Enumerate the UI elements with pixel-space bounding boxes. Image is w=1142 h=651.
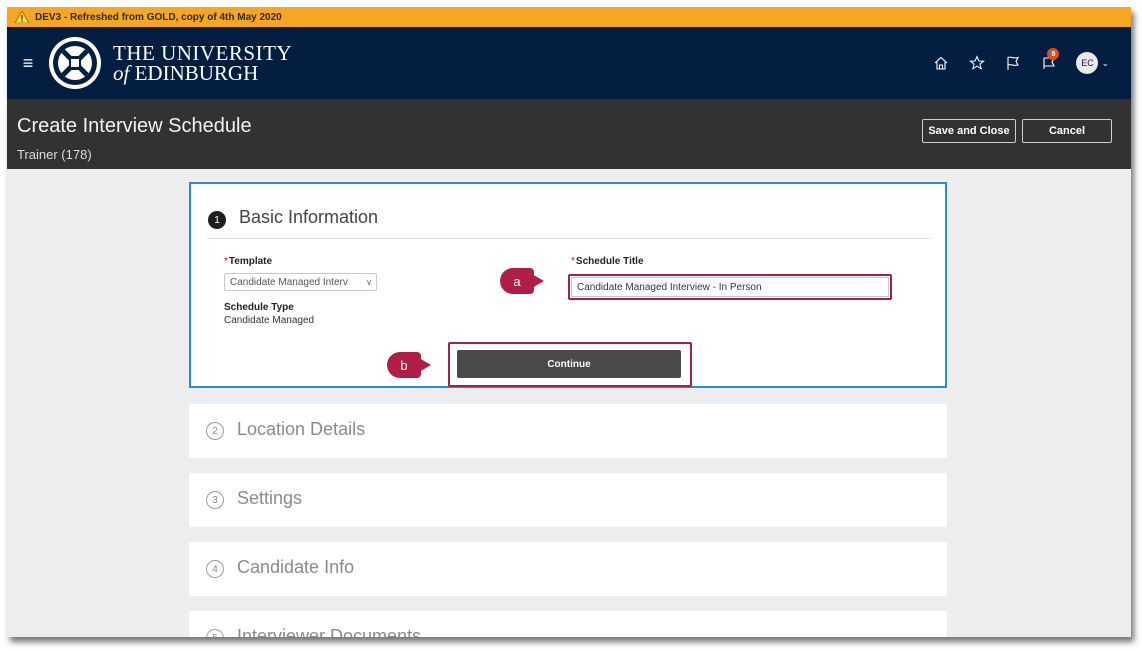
- chevron-down-icon: ∨: [365, 276, 373, 287]
- notifications-icon[interactable]: 8: [1040, 48, 1060, 72]
- star-icon[interactable]: [968, 54, 986, 72]
- page-header: Create Interview Schedule Trainer (178) …: [7, 99, 1131, 169]
- step-title: Settings: [237, 488, 303, 508]
- notification-count-badge: 8: [1047, 48, 1060, 60]
- brand-line-1: THE UNIVERSITY: [113, 41, 293, 65]
- warning-icon: [15, 11, 29, 23]
- highlight-box-b: [448, 342, 692, 387]
- template-label-text: Template: [228, 256, 273, 267]
- step-number-badge: 5: [206, 629, 224, 637]
- top-navigation-bar: ≡ THE UNIVERSITY of EDINBURGH 8 EC ⌄: [7, 27, 1131, 99]
- step-title: Candidate Info: [237, 557, 355, 577]
- step-location-details[interactable]: 2 Location Details: [189, 404, 947, 458]
- step-title: Basic Information: [239, 207, 379, 227]
- university-wordmark[interactable]: THE UNIVERSITY of EDINBURGH: [113, 41, 293, 85]
- required-indicator: *: [571, 256, 575, 267]
- step-number-badge: 4: [206, 560, 224, 578]
- schedule-title-label-text: Schedule Title: [575, 256, 644, 267]
- template-select[interactable]: Candidate Managed Interv ∨: [224, 273, 377, 291]
- page-title: Create Interview Schedule: [17, 115, 252, 137]
- brand-line-2-prefix: of: [113, 61, 130, 85]
- user-avatar[interactable]: EC: [1076, 52, 1099, 74]
- chevron-down-icon: ⌄: [1101, 57, 1109, 68]
- brand-line-2-name: EDINBURGH: [129, 61, 259, 85]
- schedule-title-label: *Schedule Title: [571, 256, 644, 267]
- template-label: *Template: [224, 256, 272, 267]
- step-number-badge: 3: [206, 491, 224, 509]
- step-number-badge: 2: [206, 422, 224, 440]
- step-settings[interactable]: 3 Settings: [189, 473, 947, 527]
- step-basic-information: 1 Basic Information *Template Candidate …: [189, 182, 947, 388]
- global-header-icons: 8 EC ⌄: [932, 27, 1109, 99]
- page-subtitle: Trainer (178): [17, 147, 92, 162]
- callout-a: a: [500, 268, 544, 294]
- schedule-type-value: Candidate Managed: [224, 315, 315, 326]
- university-crest-logo[interactable]: [47, 35, 103, 91]
- flag-icon[interactable]: [1004, 54, 1022, 72]
- environment-banner: DEV3 - Refreshed from GOLD, copy of 4th …: [7, 7, 1131, 27]
- cancel-button[interactable]: Cancel: [1022, 119, 1112, 143]
- highlight-box-a: [568, 274, 892, 300]
- step-number-badge: 1: [208, 211, 226, 229]
- step-interviewer-documents[interactable]: 5 Interviewer Documents: [189, 611, 947, 637]
- menu-icon[interactable]: ≡: [13, 53, 43, 74]
- step-title: Interviewer Documents: [237, 626, 422, 637]
- environment-banner-text: DEV3 - Refreshed from GOLD, copy of 4th …: [35, 11, 282, 23]
- schedule-type-label: Schedule Type: [224, 302, 294, 313]
- application-window: DEV3 - Refreshed from GOLD, copy of 4th …: [7, 7, 1131, 637]
- template-select-value: Candidate Managed Interv: [230, 276, 348, 288]
- home-icon[interactable]: [932, 54, 950, 72]
- save-and-close-button[interactable]: Save and Close: [922, 119, 1016, 143]
- required-indicator: *: [224, 256, 228, 267]
- brand-line-2: of EDINBURGH: [113, 61, 292, 85]
- step-title: Location Details: [237, 419, 366, 439]
- divider: [207, 238, 931, 239]
- user-menu[interactable]: EC ⌄: [1076, 52, 1109, 74]
- callout-b: b: [387, 352, 431, 378]
- step-candidate-info[interactable]: 4 Candidate Info: [189, 542, 947, 596]
